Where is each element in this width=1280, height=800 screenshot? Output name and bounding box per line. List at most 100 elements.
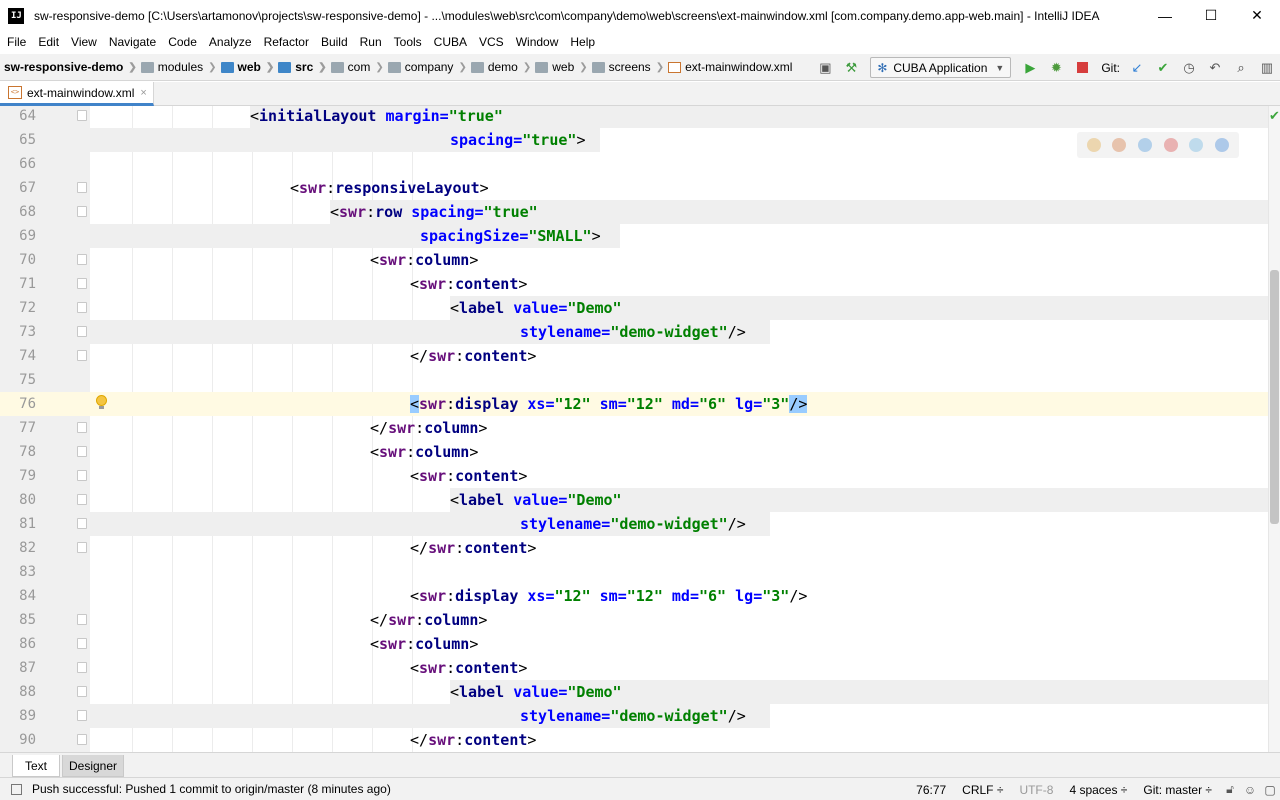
scrollbar-thumb[interactable]	[1270, 270, 1279, 524]
maximize-button[interactable]: ☐	[1188, 0, 1234, 31]
ie-icon[interactable]	[1189, 138, 1204, 152]
run-icon[interactable]: ▶	[1017, 55, 1043, 81]
close-tab-icon[interactable]: ×	[140, 87, 146, 99]
fold-toggle-icon[interactable]	[77, 638, 87, 649]
fold-toggle-icon[interactable]	[77, 302, 87, 313]
code-text: <label value="Demo"	[450, 683, 622, 701]
fold-toggle-icon[interactable]	[77, 446, 87, 457]
breadcrumb-file[interactable]: ext-mainwindow.xml	[664, 60, 792, 74]
breadcrumb-src[interactable]: src ❯	[274, 60, 327, 74]
stop-icon[interactable]	[1069, 55, 1095, 81]
menu-file[interactable]: File	[0, 31, 32, 53]
fold-toggle-icon[interactable]	[77, 182, 87, 193]
menu-analyze[interactable]: Analyze	[203, 31, 258, 53]
breadcrumb-web-module[interactable]: web ❯	[217, 60, 275, 74]
caret-position[interactable]: 76:77	[908, 783, 954, 797]
opera-icon[interactable]	[1163, 138, 1178, 152]
breadcrumb-company[interactable]: company ❯	[384, 60, 467, 74]
presentation-icon[interactable]: ▥	[1254, 55, 1280, 81]
fold-toggle-icon[interactable]	[77, 614, 87, 625]
line-number: 66	[19, 156, 36, 172]
code-line: 83	[0, 560, 1268, 584]
line-number: 74	[19, 348, 36, 364]
chrome-icon[interactable]	[1086, 138, 1101, 152]
code-line: 78 <swr:column>	[0, 440, 1268, 464]
menu-vcs[interactable]: VCS	[473, 31, 510, 53]
breadcrumb-web-label: web	[552, 60, 575, 74]
menu-run[interactable]: Run	[354, 31, 388, 53]
fold-toggle-icon[interactable]	[77, 422, 87, 433]
fold-toggle-icon[interactable]	[77, 206, 87, 217]
breadcrumb-com[interactable]: com ❯	[327, 60, 384, 74]
firefox-icon[interactable]	[1112, 138, 1127, 152]
breadcrumb-modules[interactable]: modules ❯	[137, 60, 217, 74]
vcs-history-icon[interactable]: ◷	[1176, 55, 1202, 81]
menu-cuba[interactable]: CUBA	[428, 31, 473, 53]
minimize-button[interactable]: —	[1142, 0, 1188, 31]
tab-designer[interactable]: Designer	[62, 755, 124, 777]
menu-edit[interactable]: Edit	[32, 31, 65, 53]
run-cuba-icon[interactable]: ▣	[812, 55, 838, 81]
fold-toggle-icon[interactable]	[77, 470, 87, 481]
line-number: 69	[19, 228, 36, 244]
fold-toggle-icon[interactable]	[77, 662, 87, 673]
line-separator-widget[interactable]: CRLF ÷	[954, 783, 1011, 797]
line-number: 78	[19, 444, 36, 460]
code-text: <initialLayout margin="true"	[250, 107, 503, 125]
fold-toggle-icon[interactable]	[77, 350, 87, 361]
build-hammer-icon[interactable]: ⚒	[838, 55, 864, 81]
fold-toggle-icon[interactable]	[77, 734, 87, 745]
close-window-button[interactable]: ✕	[1234, 0, 1280, 31]
fold-toggle-icon[interactable]	[77, 710, 87, 721]
breadcrumb-web[interactable]: web ❯	[531, 60, 588, 74]
search-icon[interactable]: ⌕	[1228, 55, 1254, 81]
toggle-tool-windows-icon[interactable]	[11, 783, 22, 795]
vcs-commit-icon[interactable]: ✔	[1150, 55, 1176, 81]
folder-icon	[387, 61, 401, 73]
lightbulb-icon[interactable]	[96, 395, 108, 411]
editor-scrollbar[interactable]: ✔	[1268, 106, 1280, 752]
folder-icon	[470, 61, 484, 73]
fold-toggle-icon[interactable]	[77, 518, 87, 529]
fold-toggle-icon[interactable]	[77, 254, 87, 265]
fold-toggle-icon[interactable]	[77, 110, 87, 121]
code-text: <swr:display xs="12" sm="12" md="6" lg="…	[410, 587, 808, 605]
menu-view[interactable]: View	[65, 31, 103, 53]
chevron-right-icon: ❯	[458, 61, 467, 73]
editor-tab-ext-mainwindow[interactable]: <> ext-mainwindow.xml ×	[0, 82, 154, 106]
vcs-revert-icon[interactable]: ↶	[1202, 55, 1228, 81]
chevron-right-icon: ❯	[265, 61, 275, 73]
edge-icon[interactable]	[1215, 138, 1230, 152]
fold-toggle-icon[interactable]	[77, 326, 87, 337]
menu-navigate[interactable]: Navigate	[103, 31, 162, 53]
breadcrumb-screens[interactable]: screens ❯	[588, 60, 664, 74]
menu-help[interactable]: Help	[564, 31, 601, 53]
status-message[interactable]: Push successful: Pushed 1 commit to orig…	[32, 782, 391, 796]
breadcrumb-demo[interactable]: demo ❯	[467, 60, 531, 74]
fold-toggle-icon[interactable]	[77, 686, 87, 697]
code-editor[interactable]: 64 <initialLayout margin="true" 65 spaci…	[0, 106, 1268, 752]
fold-toggle-icon[interactable]	[77, 542, 87, 553]
menu-tools[interactable]: Tools	[388, 31, 428, 53]
menu-code[interactable]: Code	[162, 31, 203, 53]
run-configuration-select[interactable]: ✻ CUBA Application ▼	[870, 57, 1012, 78]
event-log-icon[interactable]: ▢	[1260, 783, 1280, 797]
breadcrumb-project[interactable]: sw-responsive-demo ❯	[0, 60, 137, 74]
debug-icon[interactable]: ✹	[1043, 55, 1069, 81]
fold-toggle-icon[interactable]	[77, 278, 87, 289]
lock-icon[interactable]: 🔓︎	[1220, 782, 1240, 797]
indent-widget[interactable]: 4 spaces ÷	[1061, 783, 1135, 797]
menu-refactor[interactable]: Refactor	[258, 31, 315, 53]
menu-window[interactable]: Window	[510, 31, 565, 53]
code-text: stylename="demo-widget"/>	[520, 323, 746, 341]
inspector-icon[interactable]: ☺	[1240, 783, 1260, 797]
menu-build[interactable]: Build	[315, 31, 354, 53]
safari-icon[interactable]	[1138, 138, 1153, 152]
fold-toggle-icon[interactable]	[77, 494, 87, 505]
git-branch-widget[interactable]: Git: master ÷	[1135, 783, 1220, 797]
vcs-update-icon[interactable]: ↙	[1124, 55, 1150, 81]
code-text: </swr:column>	[370, 419, 488, 437]
encoding-widget[interactable]: UTF-8	[1011, 783, 1061, 797]
tab-text[interactable]: Text	[12, 755, 60, 777]
line-number: 64	[19, 108, 36, 124]
